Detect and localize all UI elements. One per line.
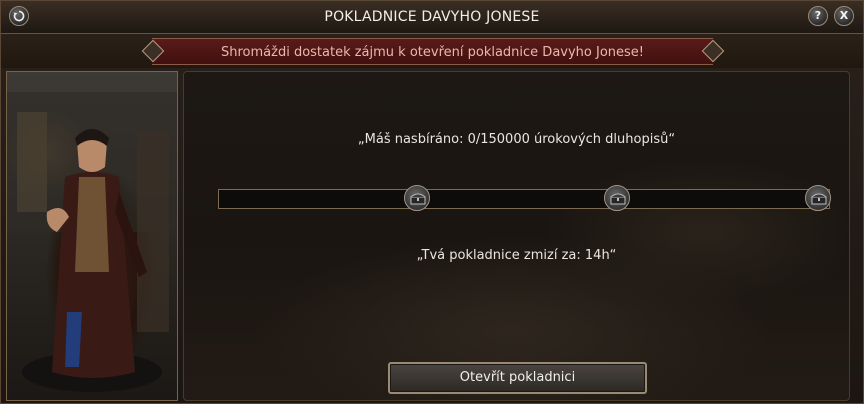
milestone-chest-1[interactable] bbox=[404, 185, 430, 211]
treasury-panel: „Máš nasbíráno: 0/150000 úrokových dluho… bbox=[183, 71, 850, 401]
help-button[interactable]: ? bbox=[808, 6, 828, 26]
milestone-chest-2[interactable] bbox=[604, 185, 630, 211]
bonds-progress-bar bbox=[218, 189, 830, 209]
close-button[interactable]: X bbox=[834, 6, 854, 26]
bonds-collected-text: „Máš nasbíráno: 0/150000 úrokových dluho… bbox=[357, 132, 676, 147]
window-title: POKLADNICE DAVYHO JONESE bbox=[324, 9, 540, 25]
open-treasury-button[interactable]: Otevřít pokladnici bbox=[388, 362, 647, 394]
chest-icon bbox=[610, 193, 626, 205]
banner-text: Shromáždi dostatek zájmu k otevření pokl… bbox=[220, 45, 645, 60]
milestone-chest-3[interactable] bbox=[805, 185, 831, 211]
character-illustration bbox=[7, 92, 177, 392]
chest-icon bbox=[410, 193, 426, 205]
treasury-window: POKLADNICE DAVYHO JONESE ? X Shromáždi d… bbox=[0, 0, 864, 404]
chest-icon bbox=[811, 193, 827, 205]
title-bar: POKLADNICE DAVYHO JONESE ? X bbox=[1, 1, 863, 34]
davy-jones-portrait bbox=[6, 71, 178, 401]
instruction-banner: Shromáždi dostatek zájmu k otevření pokl… bbox=[152, 38, 713, 65]
expiry-countdown-text: „Tvá pokladnice zmizí za: 14h“ bbox=[416, 248, 617, 263]
